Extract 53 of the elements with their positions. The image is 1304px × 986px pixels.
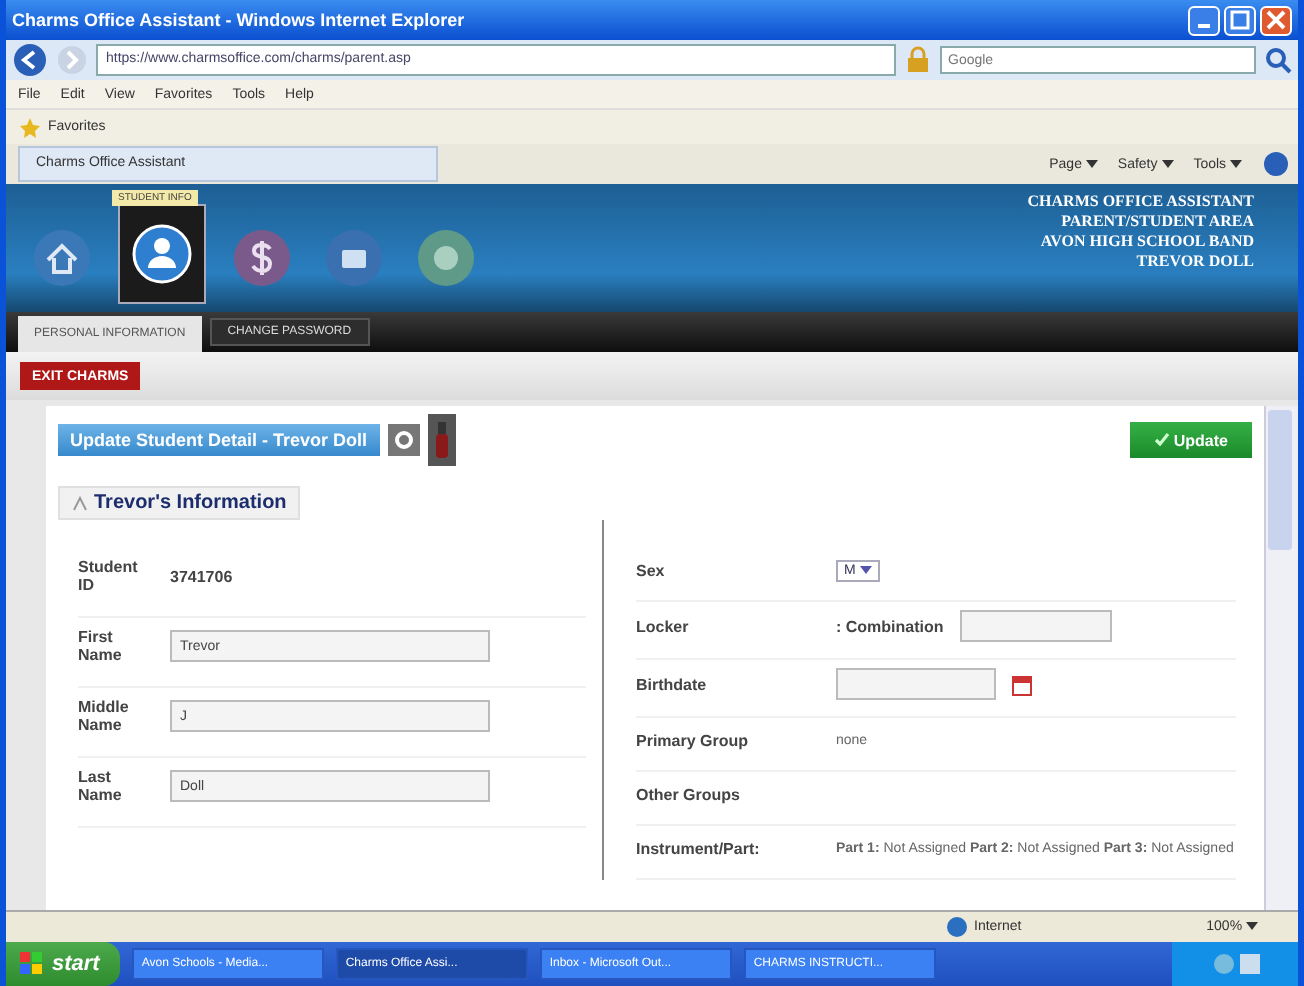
field-label: First Name <box>78 628 124 664</box>
field-label: Birthdate <box>636 675 709 693</box>
field-label: Middle Name <box>78 698 131 734</box>
help-icon[interactable] <box>1262 150 1290 178</box>
field-label: Last Name <box>78 768 124 804</box>
tray-icons-drawing <box>1212 952 1264 976</box>
header-text: CHARMS OFFICE ASSISTANT <box>1027 192 1254 212</box>
person-icon[interactable] <box>132 224 192 284</box>
maximize-icon <box>1230 10 1250 30</box>
check-icon <box>1153 431 1170 445</box>
back-icon[interactable] <box>12 42 48 78</box>
caret-icon <box>1230 159 1242 167</box>
search-icon[interactable] <box>1264 46 1292 74</box>
badge-icon[interactable] <box>416 228 476 288</box>
home-icon[interactable] <box>32 228 92 288</box>
scrollbar[interactable] <box>1264 406 1298 910</box>
field-label: Instrument/Part: <box>636 839 762 857</box>
collapse-icon[interactable] <box>72 495 88 511</box>
lock-icon <box>904 46 932 74</box>
window-title: Charms Office Assistant - Windows Internet Explorer <box>12 10 465 30</box>
combination-field[interactable] <box>959 610 1112 642</box>
header-text: TREVOR DOLL <box>1134 252 1254 272</box>
caret-icon <box>1085 159 1098 167</box>
header-text: PARENT/STUDENT AREA <box>1059 212 1254 232</box>
caret-icon <box>1161 159 1174 167</box>
close-icon <box>1266 10 1286 30</box>
instrument-icon[interactable] <box>427 414 456 466</box>
minimize-icon <box>1198 24 1210 28</box>
caret-icon <box>1246 922 1258 930</box>
dollar-icon[interactable] <box>232 228 292 288</box>
header-text: AVON HIGH SCHOOL BAND <box>1038 232 1254 252</box>
close-button[interactable] <box>1260 5 1292 35</box>
panel-title: Update Student Detail - Trevor Doll <box>58 424 380 456</box>
section-title: Trevor's Information <box>94 492 287 514</box>
star-icon <box>18 115 42 139</box>
field-label: Primary Group <box>636 731 751 749</box>
settings-button[interactable] <box>387 424 420 456</box>
globe-icon <box>946 916 968 938</box>
field-label: Other Groups <box>636 785 743 803</box>
start-button[interactable]: start <box>6 942 120 986</box>
field-label: Sex <box>636 561 667 579</box>
field-label: Locker <box>636 617 691 635</box>
minimize-button[interactable] <box>1188 5 1220 35</box>
windows-flag-icon <box>20 952 44 976</box>
caret-icon <box>859 565 872 573</box>
update-button[interactable]: Update <box>1129 422 1252 458</box>
field-label: Student ID <box>78 558 140 594</box>
field-label: : Combination <box>836 617 944 635</box>
birthdate-field[interactable] <box>836 668 996 700</box>
calendar-icon[interactable] <box>1012 673 1032 695</box>
settings-icon <box>393 429 414 449</box>
maximize-button[interactable] <box>1224 5 1256 35</box>
field-value: 3741706 <box>170 567 233 585</box>
